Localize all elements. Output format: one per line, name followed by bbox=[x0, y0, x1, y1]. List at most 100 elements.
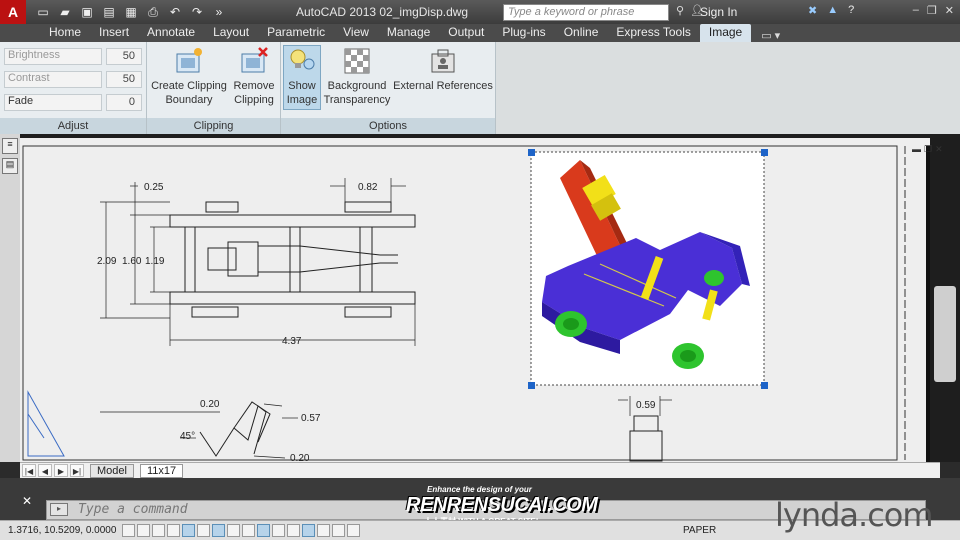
tab-home[interactable]: Home bbox=[40, 24, 90, 42]
tab-annotate[interactable]: Annotate bbox=[138, 24, 204, 42]
background-transparency-button[interactable]: Background Transparency bbox=[323, 46, 391, 107]
image-grip-bottom-right[interactable] bbox=[761, 382, 768, 389]
save-icon[interactable]: ▣ bbox=[78, 3, 96, 21]
search-input[interactable]: Type a keyword or phrase bbox=[503, 4, 669, 21]
navigation-bar[interactable] bbox=[934, 286, 956, 382]
first-layout-icon[interactable]: |◀ bbox=[22, 464, 36, 477]
fade-value[interactable]: 0 bbox=[106, 94, 142, 111]
prev-layout-icon[interactable]: ◀ bbox=[38, 464, 52, 477]
command-placeholder: Type a command bbox=[78, 502, 188, 517]
undo-icon[interactable]: ↶ bbox=[166, 3, 184, 21]
app-logo: A bbox=[7, 4, 19, 20]
snap-icon[interactable] bbox=[137, 524, 150, 537]
3d-osnap-icon[interactable] bbox=[212, 524, 225, 537]
options-panel-title: Options bbox=[281, 118, 495, 134]
drawing-canvas[interactable]: 0.25 0.82 2.09 1.60 1.19 4.37 0.20 0.57 … bbox=[20, 138, 930, 464]
binoculars-icon[interactable]: ⚲ bbox=[676, 4, 684, 17]
transparency-icon[interactable] bbox=[287, 524, 300, 537]
show-image-button[interactable]: Show Image bbox=[283, 45, 321, 110]
last-layout-icon[interactable]: ▶| bbox=[70, 464, 84, 477]
lineweight-icon[interactable] bbox=[272, 524, 285, 537]
help-icon[interactable]: ? bbox=[848, 4, 854, 17]
command-menu-icon[interactable]: ▸ bbox=[50, 503, 68, 516]
tab-insert[interactable]: Insert bbox=[90, 24, 138, 42]
paper-sheet[interactable]: 0.25 0.82 2.09 1.60 1.19 4.37 0.20 0.57 … bbox=[20, 138, 930, 464]
print-icon[interactable]: ⎙ bbox=[144, 3, 162, 21]
tab-model[interactable]: Model bbox=[90, 463, 134, 478]
external-references-button[interactable]: External References bbox=[393, 46, 493, 93]
next-layout-icon[interactable]: ▶ bbox=[54, 464, 68, 477]
tab-image[interactable]: Image bbox=[699, 24, 752, 42]
remove-clipping-icon bbox=[241, 47, 268, 73]
checkerboard-icon bbox=[344, 48, 370, 74]
quick-access-toolbar: ▭ ▰ ▣ ▤ ▦ ⎙ ↶ ↷ » bbox=[34, 3, 228, 21]
sc-icon[interactable] bbox=[317, 524, 330, 537]
ribbon-panel: Brightness 50 Contrast 50 Fade 0 Adjust … bbox=[0, 42, 960, 134]
create-clipping-boundary-button[interactable]: Create Clipping Boundary bbox=[149, 46, 229, 107]
restore-icon[interactable]: ❐ bbox=[927, 4, 937, 17]
redo-icon[interactable]: ↷ bbox=[188, 3, 206, 21]
tab-layout[interactable]: Layout bbox=[204, 24, 258, 42]
dim-0-59: 0.59 bbox=[636, 400, 656, 411]
image-grip-top-right[interactable] bbox=[761, 149, 768, 156]
viewport-minimize-icon[interactable]: ▬ bbox=[912, 144, 921, 155]
more-icon[interactable]: » bbox=[210, 3, 228, 21]
minimize-icon[interactable]: – bbox=[913, 4, 919, 17]
tab-11x17[interactable]: 11x17 bbox=[139, 463, 184, 478]
autodesk-icon[interactable]: ▲ bbox=[827, 4, 838, 17]
ribbon-display-toggle-icon[interactable]: ▭ ▾ bbox=[761, 29, 780, 42]
clipping-panel-title: Clipping bbox=[147, 118, 280, 134]
viewport-restore-icon[interactable]: ❐ bbox=[924, 144, 932, 155]
brightness-value[interactable]: 50 bbox=[106, 48, 142, 65]
brightness-slider[interactable]: Brightness 50 bbox=[4, 46, 144, 66]
ortho-icon[interactable] bbox=[167, 524, 180, 537]
otrack-icon[interactable] bbox=[227, 524, 240, 537]
dyn-icon[interactable] bbox=[257, 524, 270, 537]
image-grip-bottom-left[interactable] bbox=[528, 382, 535, 389]
am-icon[interactable] bbox=[332, 524, 345, 537]
create-clipping-icon bbox=[176, 48, 202, 73]
command-close-icon[interactable]: ✕ bbox=[22, 494, 32, 508]
tab-online[interactable]: Online bbox=[555, 24, 608, 42]
exchange-icon[interactable]: ✖ bbox=[808, 4, 817, 17]
paper-space-toggle[interactable]: PAPER bbox=[683, 525, 716, 536]
properties-icon[interactable]: ▤ bbox=[2, 158, 18, 174]
contrast-value[interactable]: 50 bbox=[106, 71, 142, 88]
ducs-icon[interactable] bbox=[242, 524, 255, 537]
dim-1-60: 1.60 bbox=[122, 256, 142, 267]
bottom-detail-drawing bbox=[100, 396, 672, 462]
tab-express-tools[interactable]: Express Tools bbox=[607, 24, 699, 42]
selection-cycling-icon[interactable] bbox=[347, 524, 360, 537]
open-icon[interactable]: ▰ bbox=[56, 3, 74, 21]
grid-icon[interactable] bbox=[152, 524, 165, 537]
coordinate-readout: 1.3716, 10.5209, 0.0000 bbox=[8, 525, 117, 536]
contrast-label: Contrast bbox=[8, 72, 50, 84]
tab-view[interactable]: View bbox=[334, 24, 378, 42]
remove-clipping-button[interactable]: Remove Clipping bbox=[231, 46, 277, 107]
viewport-close-icon[interactable]: ✕ bbox=[935, 144, 943, 155]
qp-icon[interactable] bbox=[302, 524, 315, 537]
fade-slider[interactable]: Fade 0 bbox=[4, 92, 144, 112]
ribbon-empty-area bbox=[496, 42, 960, 134]
dim-0-57: 0.57 bbox=[301, 413, 321, 424]
tab-parametric[interactable]: Parametric bbox=[258, 24, 334, 42]
layer-icon[interactable]: ≡ bbox=[2, 138, 18, 154]
tab-output[interactable]: Output bbox=[439, 24, 493, 42]
sign-in-button[interactable]: Sign In bbox=[700, 5, 737, 19]
left-tool-strip: ≡ ▤ bbox=[0, 134, 20, 462]
dim-0-20-b: 0.20 bbox=[290, 453, 310, 462]
publish-icon[interactable]: ▦ bbox=[122, 3, 140, 21]
polar-icon[interactable] bbox=[182, 524, 195, 537]
tab-plug-ins[interactable]: Plug-ins bbox=[493, 24, 554, 42]
model-space-icon[interactable] bbox=[122, 524, 135, 537]
tab-manage[interactable]: Manage bbox=[378, 24, 439, 42]
image-grip-top-left[interactable] bbox=[528, 149, 535, 156]
catapult-raster-image[interactable] bbox=[528, 149, 768, 389]
new-icon[interactable]: ▭ bbox=[34, 3, 52, 21]
save-as-icon[interactable]: ▤ bbox=[100, 3, 118, 21]
contrast-slider[interactable]: Contrast 50 bbox=[4, 69, 144, 89]
adjust-panel: Brightness 50 Contrast 50 Fade 0 Adjust bbox=[0, 42, 147, 134]
osnap-icon[interactable] bbox=[197, 524, 210, 537]
close-icon[interactable]: ✕ bbox=[945, 4, 954, 17]
application-menu-button[interactable]: A bbox=[0, 0, 26, 24]
